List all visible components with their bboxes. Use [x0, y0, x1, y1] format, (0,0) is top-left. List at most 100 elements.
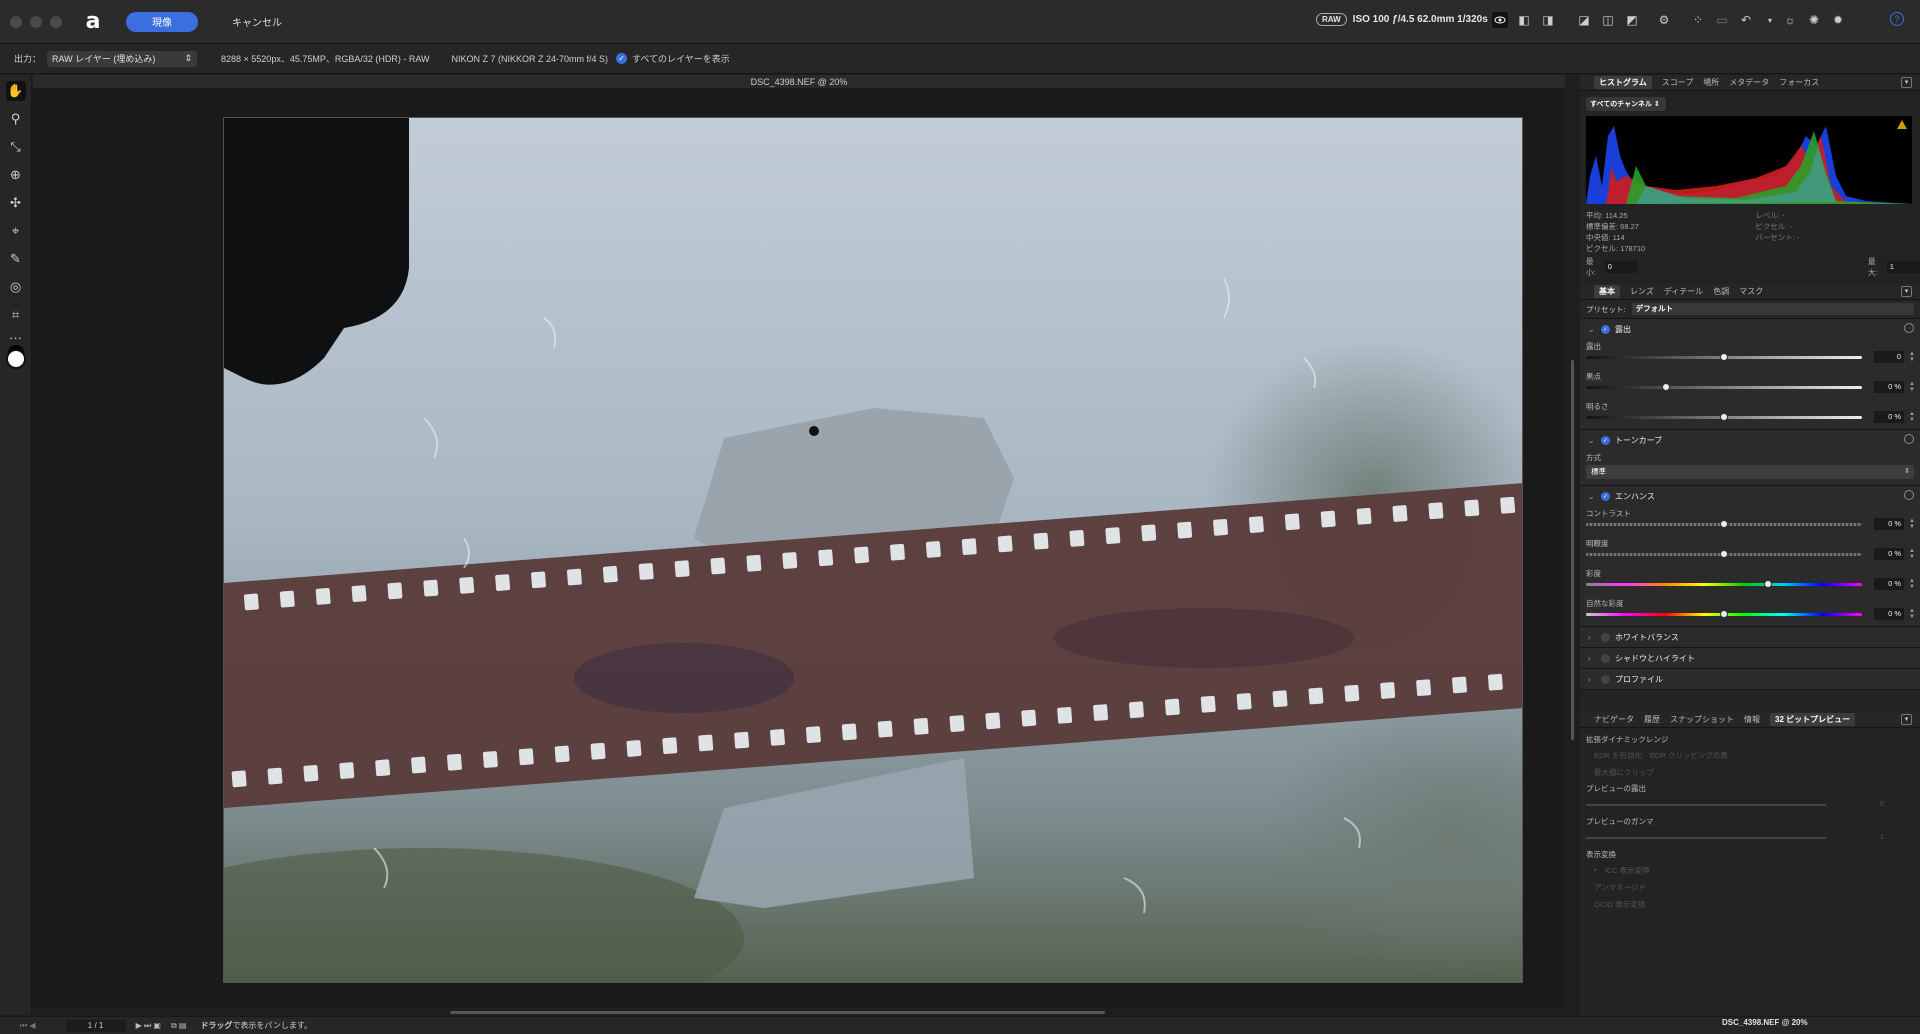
- slider-value[interactable]: 0 %: [1874, 578, 1904, 590]
- undo-icon[interactable]: ↶: [1738, 12, 1754, 28]
- sun-box-icon[interactable]: ✹: [1830, 12, 1846, 28]
- slider-black-point[interactable]: 黒点 0 % ▲ ▼: [1580, 369, 1920, 399]
- shadows-enable-checkbox[interactable]: [1601, 653, 1610, 663]
- zoom-window-button[interactable]: [50, 15, 62, 28]
- photo-image[interactable]: [223, 117, 1523, 983]
- canvas-vertical-scrollbar[interactable]: [1571, 360, 1574, 740]
- slider-knob[interactable]: [1720, 610, 1728, 618]
- preset-select[interactable]: デフォルト: [1631, 303, 1914, 315]
- stepper-icon[interactable]: ▲ ▼: [1909, 381, 1915, 393]
- output-select[interactable]: RAW レイヤー (埋め込み) ⇕: [47, 50, 198, 67]
- canvas-area[interactable]: [33, 90, 1574, 1008]
- preview-exposure-slider[interactable]: 0: [1586, 798, 1914, 812]
- max-input[interactable]: 1: [1886, 261, 1920, 273]
- slider-clarity[interactable]: 明瞭度 0 % ▲ ▼: [1580, 536, 1920, 566]
- edr-enable-checkbox[interactable]: EDR を有効化: [1594, 750, 1642, 761]
- enhance-header[interactable]: ⌄ ✓ エンハンス: [1580, 486, 1920, 506]
- eye-icon[interactable]: [1492, 12, 1508, 28]
- channel-select[interactable]: すべてのチャンネル ⇕: [1586, 97, 1666, 111]
- tab-metadata[interactable]: メタデータ: [1729, 77, 1769, 88]
- panel-collapse-icon[interactable]: ▾: [1901, 714, 1912, 725]
- icc-radio[interactable]: • ICC 表示変換: [1580, 862, 1920, 879]
- crop-tool-icon[interactable]: ⌗: [6, 305, 26, 325]
- slider-exposure[interactable]: 露出 0 ▲ ▼: [1580, 339, 1920, 369]
- tab-info[interactable]: 情報: [1744, 714, 1760, 725]
- tone-curve-header[interactable]: ⌄ ✓ トーンカーブ: [1580, 430, 1920, 450]
- panel-collapse-icon[interactable]: ▾: [1901, 286, 1912, 297]
- clipping-highlights-icon[interactable]: ◩: [1624, 12, 1640, 28]
- slider-track[interactable]: [1586, 583, 1862, 586]
- max-clip-checkbox[interactable]: 最大値にクリップ: [1594, 767, 1654, 778]
- help-icon[interactable]: ?: [1890, 12, 1904, 26]
- slider-value[interactable]: 0 %: [1874, 518, 1904, 530]
- blemish-tool-icon[interactable]: ⊕: [6, 165, 26, 185]
- tone-curve-enable-checkbox[interactable]: ✓: [1601, 435, 1610, 445]
- preview-exposure-value[interactable]: 0: [1880, 799, 1884, 808]
- white-balance-header[interactable]: › ホワイトバランス: [1580, 627, 1920, 647]
- overlay-paint-icon[interactable]: ⌖: [6, 221, 26, 241]
- mirror-view-icon[interactable]: ◨: [1540, 12, 1556, 28]
- slider-track[interactable]: [1586, 837, 1826, 839]
- stepper-icon[interactable]: ▲ ▼: [1909, 608, 1915, 620]
- grid-icon[interactable]: ⁘: [1690, 12, 1706, 28]
- sun-icon[interactable]: ☼: [1782, 12, 1798, 28]
- slider-track[interactable]: [1586, 386, 1862, 389]
- tab-location[interactable]: 場所: [1703, 77, 1719, 88]
- show-all-layers-checkbox[interactable]: ✓ すべてのレイヤーを表示: [616, 52, 730, 65]
- reset-icon[interactable]: [1904, 323, 1914, 333]
- slider-knob[interactable]: [1720, 413, 1728, 421]
- slider-knob[interactable]: [1764, 580, 1773, 588]
- slider-contrast[interactable]: コントラスト 0 % ▲ ▼: [1580, 506, 1920, 536]
- slider-vibrance[interactable]: 自然な彩度 0 % ▲ ▼: [1580, 596, 1920, 626]
- white-balance-enable-checkbox[interactable]: [1601, 632, 1610, 642]
- method-select[interactable]: 標準: [1586, 465, 1914, 479]
- clipping-shadows-icon[interactable]: ◪: [1576, 12, 1592, 28]
- close-window-button[interactable]: [10, 15, 22, 28]
- red-eye-tool-icon[interactable]: ⤡: [6, 137, 26, 157]
- zoom-tool-icon[interactable]: ⚲: [6, 109, 26, 129]
- preview-gamma-value[interactable]: 1: [1880, 832, 1884, 841]
- stepper-icon[interactable]: ▲ ▼: [1909, 578, 1915, 590]
- edr-clip-checkbox[interactable]: EDR クリッピングの表: [1650, 750, 1728, 761]
- tab-32bit-preview[interactable]: 32 ビットプレビュー: [1770, 713, 1856, 726]
- stepper-icon[interactable]: ▲ ▼: [1909, 411, 1915, 423]
- tab-detail[interactable]: ディテール: [1664, 286, 1703, 297]
- slider-knob[interactable]: [1662, 383, 1671, 391]
- clipping-midtones-icon[interactable]: ◫: [1600, 12, 1616, 28]
- compare-icon[interactable]: ▭: [1714, 12, 1730, 28]
- tab-snapshots[interactable]: スナップショット: [1670, 714, 1734, 725]
- profile-enable-checkbox[interactable]: [1601, 674, 1610, 684]
- gradient-tool-icon[interactable]: ◎: [6, 277, 26, 297]
- min-input[interactable]: 0: [1604, 261, 1638, 273]
- canvas-horizontal-scrollbar[interactable]: [450, 1011, 1105, 1014]
- split-view-icon[interactable]: ◧: [1516, 12, 1532, 28]
- ocio-radio[interactable]: OCIO 表示変換: [1580, 896, 1920, 913]
- more-tools-icon[interactable]: ···: [6, 330, 26, 345]
- profile-header[interactable]: › プロファイル: [1580, 669, 1920, 689]
- stepper-icon[interactable]: ▲ ▼: [1909, 548, 1915, 560]
- slider-track[interactable]: [1586, 804, 1826, 806]
- tab-focus[interactable]: フォーカス: [1779, 77, 1819, 88]
- slider-value[interactable]: 0 %: [1874, 411, 1904, 423]
- gear-icon[interactable]: ⚙: [1656, 12, 1672, 28]
- tab-lens[interactable]: レンズ: [1630, 286, 1654, 297]
- slider-value[interactable]: 0: [1874, 351, 1904, 363]
- stepper-icon[interactable]: ▲ ▼: [1909, 351, 1915, 363]
- reset-icon[interactable]: [1904, 434, 1914, 444]
- cancel-button[interactable]: キャンセル: [220, 12, 294, 32]
- tab-histogram[interactable]: ヒストグラム: [1594, 76, 1652, 89]
- clone-tool-icon[interactable]: ✣: [6, 193, 26, 213]
- tab-mask[interactable]: マスク: [1739, 286, 1763, 297]
- tab-basic[interactable]: 基本: [1594, 285, 1620, 298]
- slider-saturation[interactable]: 彩度 0 % ▲ ▼: [1580, 566, 1920, 596]
- minimize-window-button[interactable]: [30, 15, 42, 28]
- tab-scopes[interactable]: スコープ: [1662, 77, 1694, 88]
- chevron-down-icon[interactable]: ▾: [1762, 12, 1778, 28]
- unmanaged-radio[interactable]: アンマネージド: [1580, 879, 1920, 896]
- page-nav-next[interactable]: ▶ ⏭ ▣: [136, 1021, 161, 1031]
- preview-gamma-slider[interactable]: 1: [1586, 831, 1914, 845]
- sun-circle-icon[interactable]: ✺: [1806, 12, 1822, 28]
- slider-knob[interactable]: [1720, 353, 1728, 361]
- copy-icon[interactable]: ⧉ ▤: [171, 1021, 187, 1031]
- tab-history[interactable]: 履歴: [1644, 714, 1660, 725]
